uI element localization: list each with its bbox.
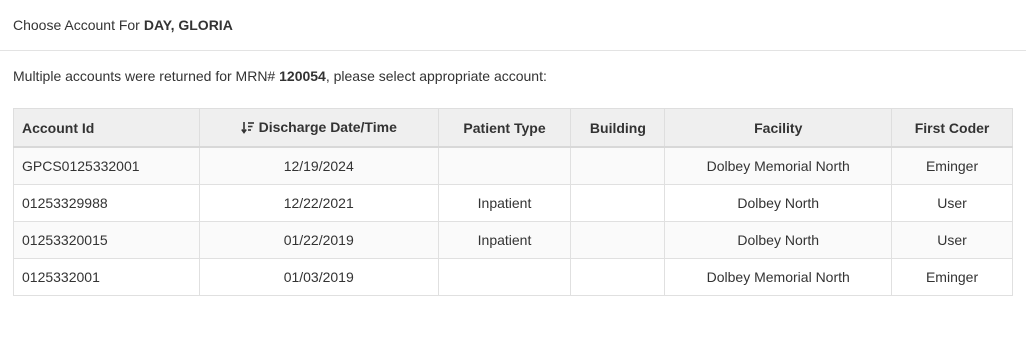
cell-building[interactable] [570,221,666,259]
cell-first-coder[interactable]: User [891,184,1013,222]
cell-account-id[interactable]: 01253329988 [13,184,200,222]
cell-patient-type[interactable] [437,146,572,185]
table-row[interactable]: 01253320015 01/22/2019 Inpatient Dolbey … [13,221,1013,259]
cell-discharge-date[interactable]: 01/03/2019 [198,258,439,296]
cell-building[interactable] [570,184,666,222]
column-header-first-coder[interactable]: First Coder [891,108,1013,148]
column-label: Patient Type [463,119,546,136]
cell-patient-type[interactable]: Inpatient [437,184,572,222]
column-header-discharge-date[interactable]: Discharge Date/Time [198,108,439,148]
cell-account-id[interactable]: 0125332001 [13,258,200,296]
table-header-row: Account Id Discharge Date/Time Patient T… [13,108,1013,148]
column-label: Facility [754,119,803,136]
column-header-account-id[interactable]: Account Id [13,108,200,148]
patient-name: DAY, GLORIA [143,17,233,33]
cell-building[interactable] [570,146,666,185]
instruction-message: Multiple accounts were returned for MRN#… [13,68,547,84]
message-suffix: , please select appropriate account: [325,68,547,84]
table-row[interactable]: 0125332001 01/03/2019 Dolbey Memorial No… [13,258,1013,296]
cell-facility[interactable]: Dolbey Memorial North [664,146,893,185]
table-row[interactable]: GPCS0125332001 12/19/2024 Dolbey Memoria… [13,146,1013,185]
column-header-patient-type[interactable]: Patient Type [437,108,572,148]
cell-discharge-date[interactable]: 01/22/2019 [198,221,439,259]
column-header-building[interactable]: Building [570,108,666,148]
message-prefix: Multiple accounts were returned for MRN# [13,68,276,84]
mrn-value: 120054 [279,68,326,84]
dialog-header: Choose Account For DAY, GLORIA [0,0,1026,51]
column-label: Building [589,119,646,136]
cell-discharge-date[interactable]: 12/19/2024 [198,146,439,185]
cell-facility[interactable]: Dolbey North [664,184,893,222]
column-label: Discharge Date/Time [258,118,397,135]
column-header-facility[interactable]: Facility [664,108,893,148]
cell-building[interactable] [570,258,666,296]
cell-first-coder[interactable]: User [891,221,1013,259]
accounts-table: Account Id Discharge Date/Time Patient T… [13,108,1013,296]
cell-patient-type[interactable]: Inpatient [437,221,572,259]
cell-facility[interactable]: Dolbey North [664,221,893,259]
cell-patient-type[interactable] [437,258,572,296]
cell-facility[interactable]: Dolbey Memorial North [664,258,893,296]
cell-first-coder[interactable]: Eminger [891,258,1013,296]
column-label: Account Id [22,119,95,136]
column-label: First Coder [914,119,990,136]
cell-discharge-date[interactable]: 12/22/2021 [198,184,439,222]
table-row[interactable]: 01253329988 12/22/2021 Inpatient Dolbey … [13,184,1013,222]
header-prefix: Choose Account For [13,17,140,33]
cell-account-id[interactable]: 01253320015 [13,221,200,259]
sort-descending-icon[interactable] [240,121,255,137]
cell-account-id[interactable]: GPCS0125332001 [13,146,200,185]
cell-first-coder[interactable]: Eminger [891,146,1013,185]
